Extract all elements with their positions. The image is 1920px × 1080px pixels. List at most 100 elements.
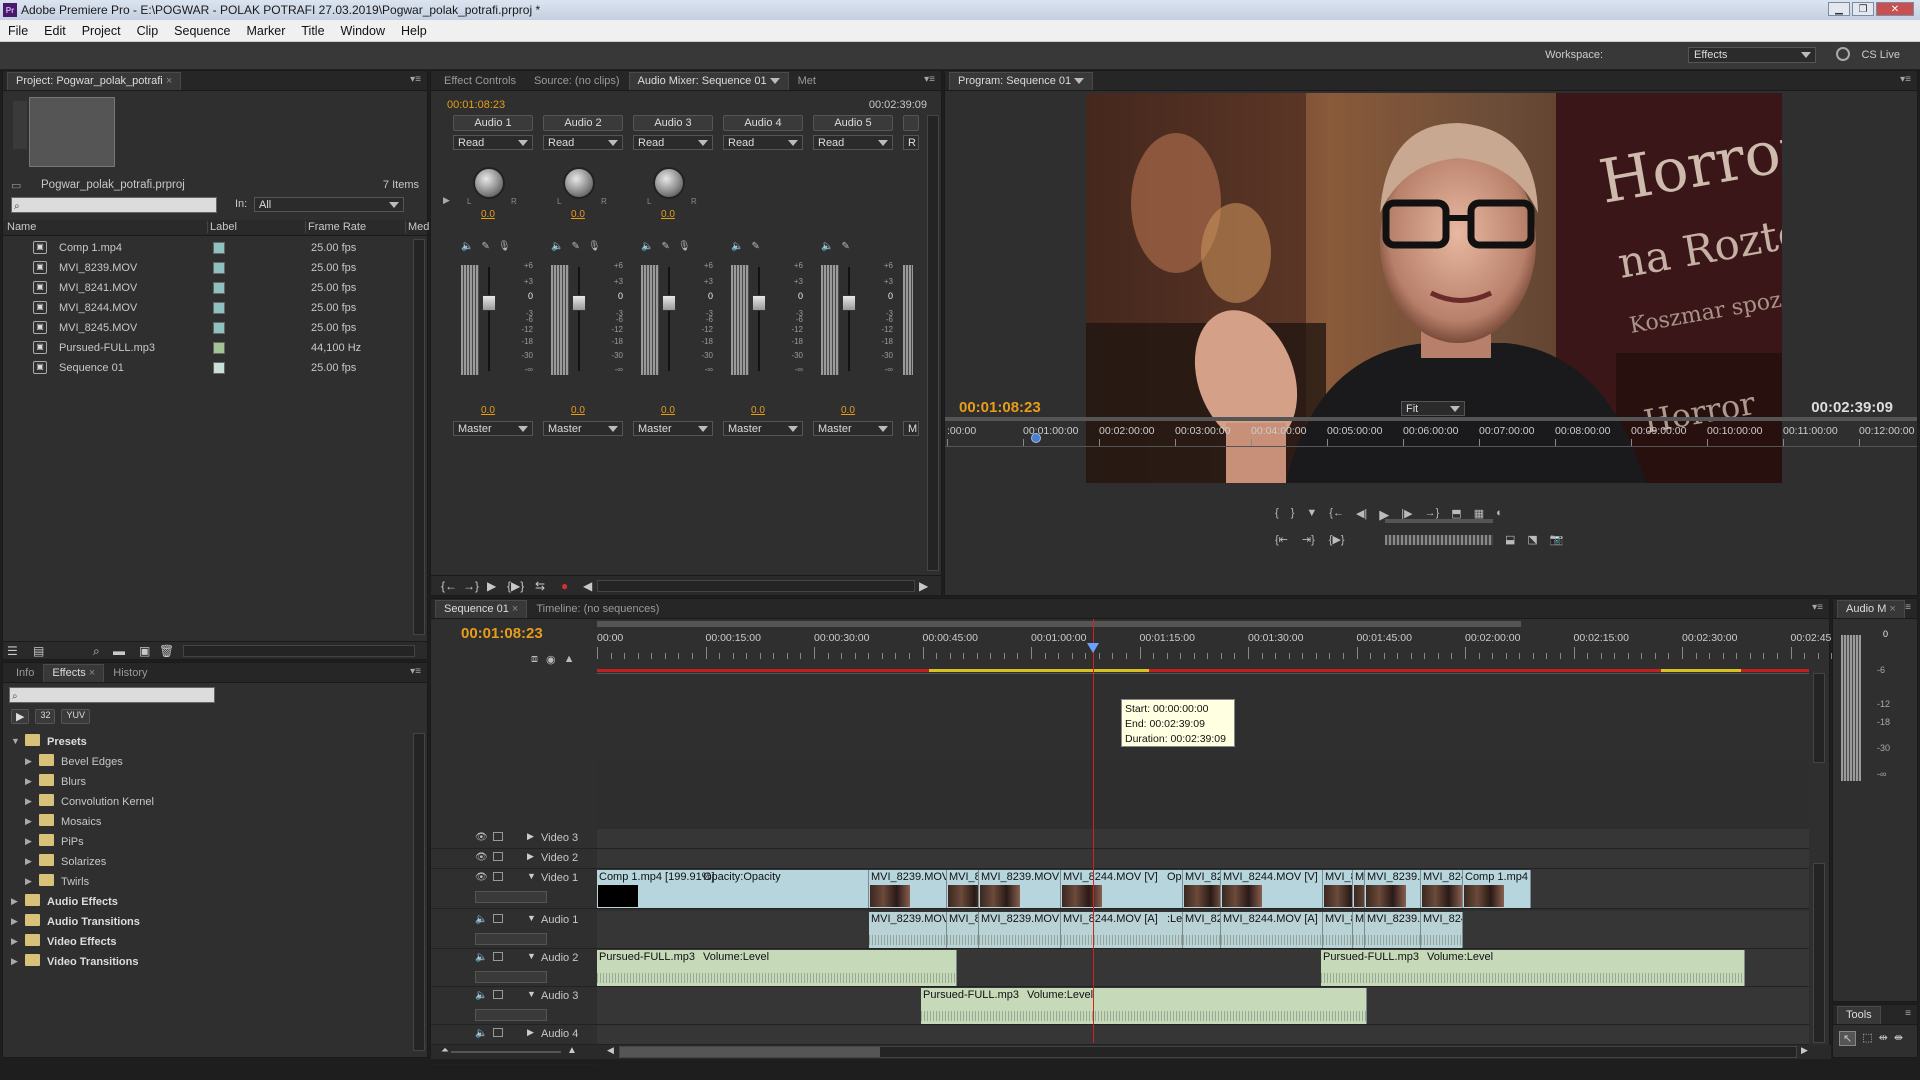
close-icon[interactable]: × [89,667,95,679]
effects-tree-item[interactable]: ▶ Solarizes [3,853,403,872]
menu-sequence[interactable]: Sequence [166,24,238,38]
project-row[interactable]: ▣ MVI_8239.MOV 25.00 fps [3,259,413,278]
solo-track-icon[interactable]: ✎ [481,241,489,252]
speaker-icon[interactable]: 🔈 [475,914,487,925]
zoom-slider[interactable] [451,1051,561,1053]
menu-help[interactable]: Help [393,24,435,38]
yuv-effects-icon[interactable]: YUV [61,709,90,724]
effects-tree-item[interactable]: ▶ Convolution Kernel [3,793,403,812]
audio1-clip[interactable]: MVI_8239.MOV [A] [979,912,1061,948]
menu-window[interactable]: Window [333,24,393,38]
panel-menu-icon[interactable]: ▾≡ [1900,74,1911,85]
track-keyframe-controls[interactable] [475,933,547,945]
chevron-right-icon[interactable]: ▶ [11,896,18,907]
video1-clip[interactable]: MVI_824 [1421,870,1463,908]
show-effects-icon[interactable]: ▶ [443,195,450,206]
track-keyframe-controls[interactable] [475,891,547,903]
automation-mode-select[interactable]: Read [453,135,533,150]
volume-value[interactable]: 0.0 [661,405,675,416]
project-h-scrollbar[interactable] [183,645,415,657]
chevron-right-icon[interactable]: ▶ [527,1027,534,1038]
effects-search-input[interactable]: ⌕ [9,687,215,703]
mark-out-icon[interactable]: } [1291,507,1295,523]
track-select-tool-icon[interactable]: ⬚ [1862,1031,1872,1046]
record-enable-icon[interactable]: 🎙 [588,241,601,252]
tab-metadata[interactable]: Met [789,72,825,90]
speaker-icon[interactable]: 🔈 [475,1028,487,1039]
close-icon[interactable]: × [166,75,172,87]
go-to-next-edit-icon[interactable]: ⇥} [1302,533,1315,546]
label-color-swatch[interactable] [213,342,225,354]
track-lane[interactable] [597,829,1809,849]
chevron-right-icon[interactable]: ▶ [25,816,32,827]
tab-info[interactable]: Info [7,664,43,682]
audio1-clip[interactable]: MVI_8244.MOV [A] [1221,912,1323,948]
chevron-down-icon[interactable]: ▼ [527,989,536,999]
audio1-clip[interactable]: MVI_8244.MOV [A]:Level [1061,912,1183,948]
set-marker-icon[interactable]: ▲ [564,653,575,666]
new-item-icon[interactable]: ▣ [139,644,150,658]
automation-mode-select[interactable]: Read [633,135,713,150]
chevron-right-icon[interactable]: ▶ [25,796,32,807]
selection-tool-icon[interactable]: ↖ [1839,1031,1857,1046]
output-select[interactable]: Master [453,421,533,436]
speaker-icon[interactable]: 🔈 [475,990,487,1001]
mixer-v-scrollbar[interactable] [927,115,939,571]
video1-clip[interactable]: M [1353,870,1365,908]
sync-lock-icon[interactable] [493,914,503,923]
zoom-in-icon[interactable]: ▲ [567,1045,577,1056]
output-select[interactable]: Master [633,421,713,436]
mute-track-icon[interactable]: 🔈 [641,241,653,252]
zoom-out-icon[interactable]: ⏶ [441,1045,449,1056]
chevron-right-icon[interactable]: ▶ [25,856,32,867]
program-timecode[interactable]: 00:01:08:23 [959,399,1041,416]
list-view-icon[interactable]: ☰ [7,644,18,658]
tab-program[interactable]: Program: Sequence 01 [949,72,1094,90]
volume-fader[interactable] [572,295,586,311]
label-color-swatch[interactable] [213,302,225,314]
maximize-icon[interactable]: ❐ [1852,2,1874,16]
channel-name-button-partial[interactable] [903,115,919,131]
set-encore-marker-icon[interactable]: ◉ [546,653,556,666]
volume-value[interactable]: 0.0 [751,405,765,416]
ripple-edit-tool-icon[interactable]: ⇹ [1879,1031,1888,1046]
mute-track-icon[interactable]: 🔈 [821,241,833,252]
minimize-icon[interactable]: ▁ [1828,2,1850,16]
preview-play-icon[interactable] [13,101,27,149]
video1-clip[interactable]: MVI_8244.MOV [V] Opacity [1061,870,1183,908]
panel-menu-icon[interactable]: ▾≡ [1812,602,1823,613]
mixer-timecode[interactable]: 00:01:08:23 [447,99,505,111]
chevron-right-icon[interactable]: ▶ [11,916,18,927]
video1-clip[interactable]: MVI_82 [1183,870,1221,908]
record-enable-icon[interactable]: 🎙 [678,241,691,252]
menu-file[interactable]: File [0,24,36,38]
scroll-left-icon[interactable]: ◀ [583,579,592,593]
project-scrollbar[interactable] [413,239,425,635]
label-color-swatch[interactable] [213,282,225,294]
channel-name-button[interactable]: Audio 2 [543,115,623,131]
track-keyframe-controls[interactable] [475,971,547,983]
tab-audio-meters[interactable]: Audio M × [1837,600,1905,618]
trim-icon[interactable]: ⬓ [1505,533,1515,546]
cs-live-icon[interactable] [1836,47,1850,61]
jog-shuttle[interactable] [1385,535,1493,545]
effects-tree-item[interactable]: ▶ Audio Effects [3,893,403,912]
export-frame-icon[interactable]: 📷 [1550,533,1564,546]
play-in-to-out-icon[interactable]: {▶} [507,579,524,593]
video1-clip[interactable]: Comp 1.mp4 [1463,870,1531,908]
go-to-out-icon[interactable]: →} [463,579,479,593]
automation-mode-select-partial[interactable]: R [903,135,919,150]
sync-lock-icon[interactable] [493,1028,503,1037]
panel-menu-icon[interactable]: ▾≡ [410,74,421,85]
audio2-clip[interactable]: Pursued-FULL.mp3 Volume:Level [1321,950,1745,986]
cs-live-label[interactable]: CS Live [1861,49,1900,61]
shuttle-slider[interactable] [1385,519,1493,523]
output-icon[interactable]: ◐ [1496,507,1503,523]
sync-lock-icon[interactable] [493,952,503,961]
go-to-in-icon[interactable]: {← [441,579,457,593]
32bit-effects-icon[interactable]: 32 [35,709,56,724]
close-icon[interactable]: ✕ [1876,2,1914,16]
program-zoom-bar[interactable] [945,417,1917,421]
workspace-select[interactable]: Effects [1688,47,1816,63]
track-lane[interactable] [597,1025,1809,1045]
